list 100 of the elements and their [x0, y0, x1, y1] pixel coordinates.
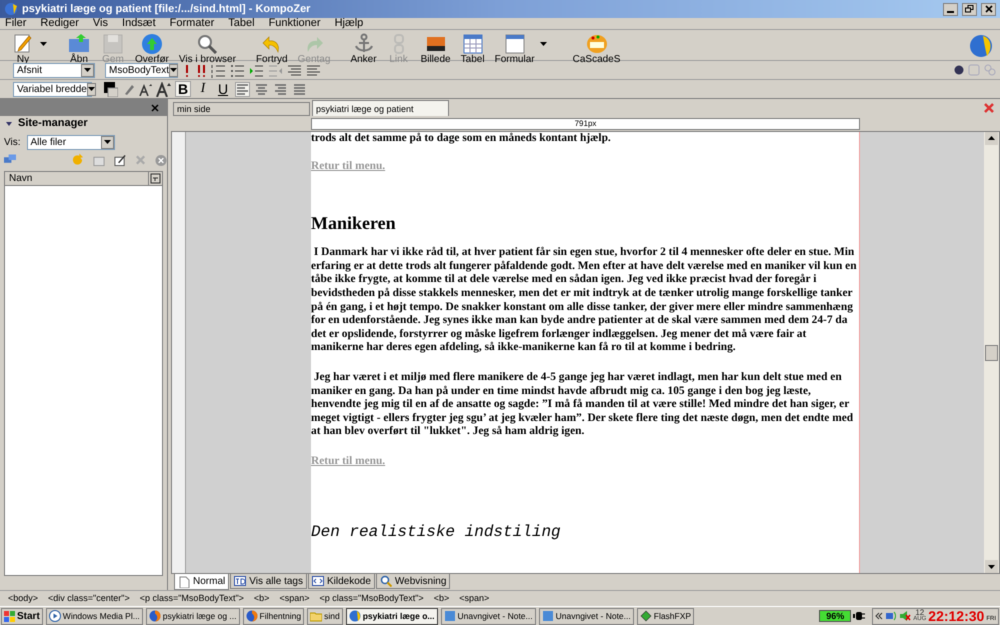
taskbar-button[interactable]: psykiatri læge o... [346, 608, 438, 624]
table-icon [460, 32, 485, 54]
close-icon[interactable] [151, 104, 159, 112]
browser-icon [246, 610, 258, 622]
restore-button[interactable] [962, 2, 977, 16]
toolbar-button[interactable]: Anker [347, 32, 380, 65]
bullet-list-icon[interactable] [230, 62, 245, 78]
menu-item[interactable]: Funktioner [268, 18, 321, 29]
smaller-font-icon[interactable] [139, 82, 152, 96]
toolbar-button[interactable]: Tabel [458, 32, 488, 65]
taskbar-button[interactable]: Filhentning [242, 608, 304, 624]
folder-icon [67, 32, 91, 54]
minimize-button[interactable] [943, 2, 958, 16]
tag-path-item[interactable]: <p class="MsoBodyText"> [140, 592, 244, 606]
tag-path-item[interactable]: <span> [279, 592, 310, 606]
align-lines-icon[interactable] [306, 62, 321, 78]
tag-path-item[interactable]: <b> [434, 592, 450, 606]
caret-icon [88, 87, 95, 91]
scrollbar[interactable] [984, 132, 999, 573]
muted-speaker-icon[interactable] [899, 610, 912, 622]
triangle-down-icon[interactable] [6, 122, 12, 126]
menu-item[interactable]: Formater [170, 18, 214, 29]
view-tab[interactable]: Normal [174, 574, 230, 590]
view-label: Vis: [4, 136, 20, 150]
scroll-up-icon[interactable] [985, 132, 998, 145]
align-right-icon[interactable] [273, 82, 288, 96]
paragraph: trods alt det samme på to dage som en måneds kontant hjælp. [311, 132, 612, 146]
toolbar-button[interactable]: Vis i browser [176, 32, 239, 65]
view-select[interactable]: Alle filer [26, 134, 114, 150]
toolbar-button[interactable]: Åbn [64, 32, 94, 65]
highlighter-icon[interactable] [122, 82, 135, 96]
caret-icon [540, 42, 547, 46]
taskbar-button[interactable]: sind [307, 608, 343, 624]
style-button[interactable]: U [215, 81, 231, 97]
align-center-icon[interactable] [254, 82, 269, 96]
style-button[interactable]: B [175, 81, 191, 97]
magnifier-icon [195, 32, 220, 54]
view-tab[interactable]: Vis alle tags [230, 574, 307, 589]
menu-item[interactable]: Indsæt [122, 18, 156, 29]
start-button[interactable]: Start [1, 608, 43, 624]
tag-path-item[interactable]: <p class="MsoBodyText"> [319, 592, 424, 606]
tag-path-item[interactable]: <span> [459, 592, 490, 606]
toolbar-button[interactable]: Billede [418, 32, 454, 65]
numbered-list-icon[interactable] [211, 62, 226, 78]
tag-path-item[interactable]: <div class="center"> [48, 592, 130, 606]
clock-time: 22:12:30 [928, 608, 984, 624]
outdent-icon[interactable] [249, 62, 264, 78]
align-left-icon[interactable] [235, 82, 250, 96]
toolbar-button[interactable]: CaScadeS [570, 32, 624, 65]
document-tab[interactable]: min side [173, 102, 310, 116]
class-select[interactable]: MsoBodyText [105, 62, 178, 78]
menu-item[interactable]: Rediger [40, 18, 79, 29]
tag-path-item[interactable]: <b> [254, 592, 270, 606]
notepad-icon [444, 610, 456, 622]
taskbar-button[interactable]: Unavngivet - Note... [538, 608, 634, 624]
network-icon[interactable] [885, 610, 898, 622]
edit-icon[interactable] [114, 154, 126, 166]
browser-icon [148, 610, 161, 622]
view-tab[interactable]: Kildekode [308, 574, 375, 589]
menu-item[interactable]: Tabel [228, 18, 255, 29]
view-tab[interactable]: Webvisning [376, 574, 450, 589]
taskbar-button[interactable]: psykiatri læge og ... [146, 608, 240, 624]
menu-item[interactable]: Filer [5, 18, 26, 29]
double-exclamation-icon[interactable] [196, 62, 207, 78]
page-icon [178, 576, 190, 588]
caret-icon [170, 68, 178, 72]
restore-icon [965, 5, 974, 13]
menu-item[interactable]: Hjælp [334, 18, 364, 29]
style-button[interactable]: I [195, 81, 211, 97]
align-right-lines-icon[interactable] [287, 62, 302, 78]
justify-icon[interactable] [292, 82, 307, 96]
menu-item[interactable]: Vis [92, 18, 108, 29]
toolbar-button[interactable]: Fortryd [252, 32, 291, 65]
window-title: psykiatri læge og patient [file:/.../sind.html] - KompoZer [22, 2, 312, 17]
heading: Manikeren [311, 213, 397, 234]
caret-icon [104, 140, 110, 144]
text-color-icon[interactable] [104, 82, 118, 96]
panel-title: Site-manager [18, 116, 88, 132]
ftp-icon [640, 610, 652, 622]
column-picker-icon[interactable] [149, 172, 162, 185]
close-tab-icon[interactable] [984, 103, 994, 113]
windows-flag-icon [4, 610, 15, 622]
close-button[interactable] [981, 2, 996, 16]
caret-icon [40, 42, 47, 46]
taskbar-button[interactable]: FlashFXP [636, 608, 694, 624]
chevron-left-icon[interactable] [875, 612, 884, 620]
scroll-thumb[interactable] [985, 344, 998, 360]
larger-font-icon[interactable] [156, 82, 171, 96]
form-icon [502, 32, 527, 54]
paragraph-format-select[interactable]: Afsnit [13, 62, 95, 78]
toolbar-button[interactable]: Formular [492, 32, 550, 65]
taskbar-button[interactable]: Windows Media Pl... [46, 608, 143, 624]
paragraph: Jeg har været i et miljø med flere manikere de 4-5 gange jeg har været indlagt, men har kun delt stue med en maniker en gang. Da han på under en time mindst havde afbrudt mig ca. 105 gange i den bog jeg læste, henvendte jeg mig til en af de ansatte og sagde: ”I må få manden til at være stille! Med mindre det han siger, er meget vigtigt - ellers frygter jeg sgu’ at jeg kvæler ham”. Der skete flere ting det næste døgn, men det endte med at han blev overført til "lukket". Jeg så ham aldrig igen. [311, 370, 854, 439]
scroll-down-icon[interactable] [985, 560, 998, 573]
close-icon [984, 5, 992, 13]
taskbar-button[interactable]: Unavngivet - Note... [440, 608, 536, 624]
heading: Den realistiske indstiling [311, 522, 562, 540]
file-tree[interactable]: Navn [4, 171, 163, 576]
tag-path-item[interactable]: <body> [8, 592, 38, 606]
document-tab[interactable]: psykiatri læge og patient [312, 100, 449, 116]
